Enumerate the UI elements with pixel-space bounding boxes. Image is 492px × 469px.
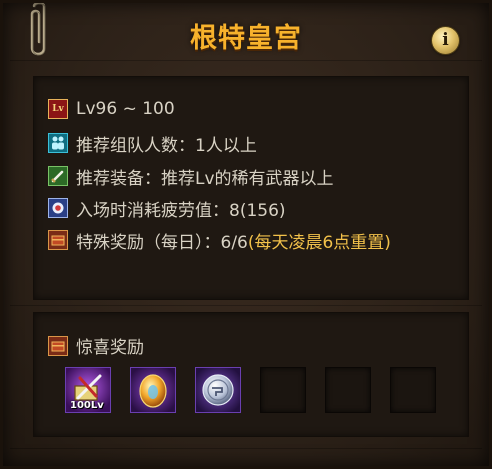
daily-reward-row: 特殊奖励（每日）：6/6(每天凌晨6点重置) (48, 228, 391, 253)
daily-reward-count: 特殊奖励（每日）：6/6 (76, 232, 248, 253)
reward-slot-empty (325, 367, 371, 413)
dungeon-title: 根特皇宫 (190, 23, 302, 54)
level-icon: Lv (48, 99, 68, 119)
party-size-row: 推荐组队人数：1人以上 (48, 131, 257, 156)
recommended-equipment-row: 推荐装备：推荐Lv的稀有武器以上 (48, 164, 334, 189)
dungeon-details-panel: Lv Lv96 ~ 100 推荐组队人数：1人以上 推荐装备：推荐Lv的稀有武器… (33, 76, 469, 300)
level-range-text: Lv96 ~ 100 (76, 99, 175, 119)
reward-slot-empty (390, 367, 436, 413)
wood-grain (10, 305, 482, 306)
reward-slots: 100Lv (65, 367, 455, 413)
item-level-badge: 100Lv (70, 400, 104, 411)
fatigue-text: 入场时消耗疲劳值：8(156) (76, 200, 286, 221)
surprise-reward-title: 惊喜奖励 (76, 338, 144, 358)
wood-grain (10, 60, 482, 61)
level-range-row: Lv Lv96 ~ 100 (48, 97, 175, 121)
daily-reset-note: (每天凌晨6点重置) (247, 232, 391, 253)
reward-slot-weapon-box[interactable]: 100Lv (65, 367, 111, 413)
surprise-reward-panel: 惊喜奖励 100Lv (33, 312, 469, 437)
info-button[interactable]: i (432, 27, 459, 54)
reward-slot-golden-egg[interactable] (130, 367, 176, 413)
wood-grain (10, 448, 482, 449)
equipment-icon (48, 166, 68, 186)
daily-reward-text: 特殊奖励（每日）：6/6(每天凌晨6点重置) (76, 228, 391, 253)
chest-icon (48, 335, 68, 356)
surprise-reward-header: 惊喜奖励 (48, 333, 144, 358)
fatigue-icon (48, 198, 68, 218)
party-icon (48, 133, 68, 153)
equipment-text: 推荐装备：推荐Lv的稀有武器以上 (76, 168, 334, 189)
reward-slot-silver-coin[interactable] (195, 367, 241, 413)
fatigue-cost-row: 入场时消耗疲劳值：8(156) (48, 196, 286, 221)
chest-icon (48, 230, 68, 250)
reward-slot-empty (260, 367, 306, 413)
party-size-text: 推荐组队人数：1人以上 (76, 135, 257, 156)
silver-coin-icon (196, 368, 240, 412)
dungeon-info-window: 根特皇宫 i Lv Lv96 ~ 100 推荐组队人数：1人以上 推荐装备：推荐… (0, 0, 492, 469)
golden-egg-icon (131, 368, 175, 412)
